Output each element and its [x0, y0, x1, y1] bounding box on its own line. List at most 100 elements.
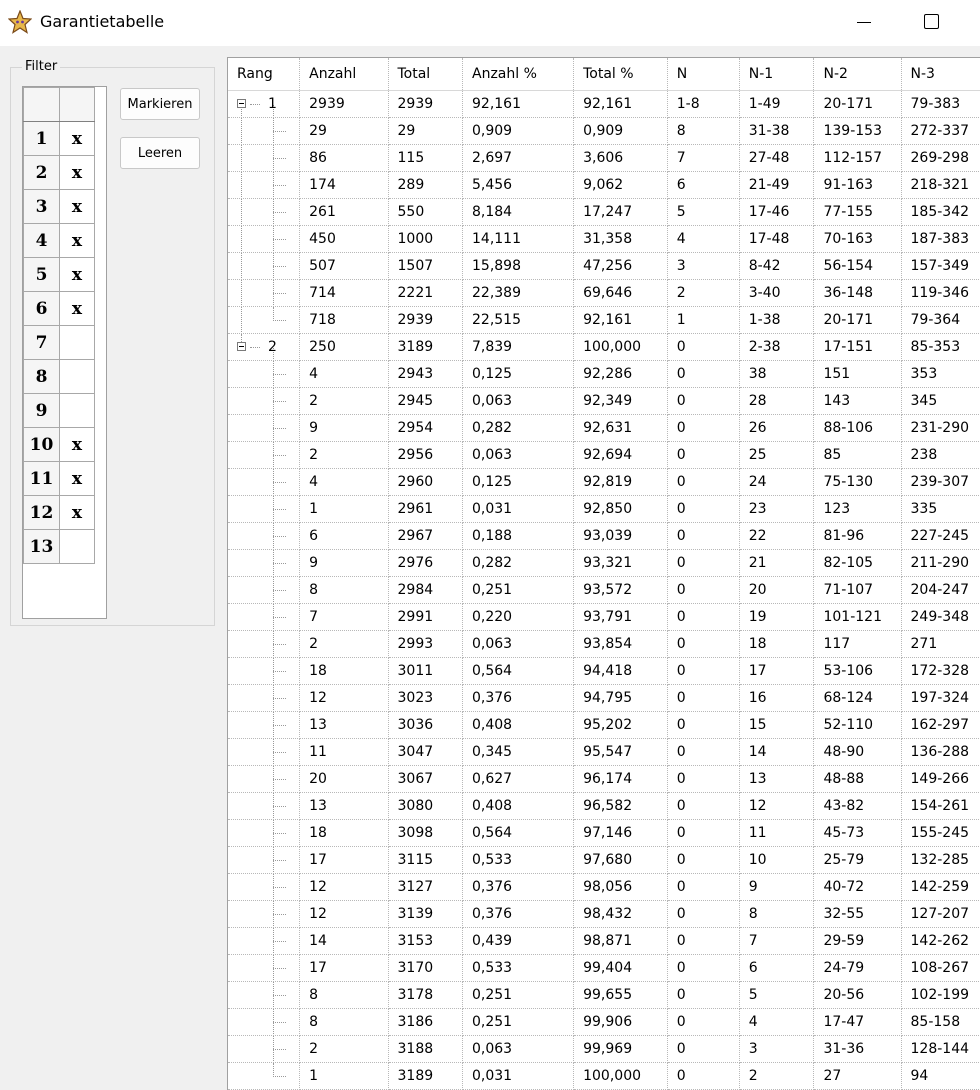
table-row[interactable]: 4 2960 0,125 92,819 0 24 75-130 239-307 [228, 468, 980, 496]
guarantee-table[interactable]: Rang Anzahl Total Anzahl % Total % N N-1 N-2 N-3… [227, 57, 980, 1090]
maximize-button[interactable] [924, 14, 939, 29]
table-cell: 1 [667, 306, 740, 334]
rang-cell [228, 171, 301, 199]
rang-cell [228, 576, 301, 604]
table-cell: 0 [667, 603, 740, 631]
filter-row-mark[interactable] [59, 325, 95, 360]
table-cell: 132-285 [901, 846, 980, 874]
table-row[interactable]: 18 3098 0,564 97,146 0 11 45-73 155-245 [228, 819, 980, 847]
table-row[interactable]: 1 3189 0,031 100,000 0 2 27 94 [228, 1062, 980, 1090]
table-cell: 142-259 [901, 873, 980, 901]
table-row[interactable]: 8 2984 0,251 93,572 0 20 71-107 204-247 [228, 576, 980, 604]
filter-row-mark[interactable]: x [59, 461, 95, 496]
table-cell: 112-157 [813, 144, 902, 172]
column-header[interactable]: N-3 [901, 58, 980, 91]
title-bar: Garantietabelle [0, 0, 980, 46]
table-row[interactable]: 20 3067 0,627 96,174 0 13 48-88 149-266 [228, 765, 980, 793]
table-row[interactable]: 14 3153 0,439 98,871 0 7 29-59 142-262 [228, 927, 980, 955]
table-row[interactable]: 507 1507 15,898 47,256 3 8-42 56-154 157-349 [228, 252, 980, 280]
column-header[interactable]: Anzahl [299, 58, 389, 91]
table-cell: 18 [299, 819, 389, 847]
filter-row-mark[interactable]: x [59, 121, 95, 156]
column-header[interactable]: Total % [573, 58, 668, 91]
column-header[interactable]: Total [388, 58, 463, 91]
table-row[interactable]: 2 2945 0,063 92,349 0 28 143 345 [228, 387, 980, 415]
table-row[interactable]: 2 3188 0,063 99,969 0 3 31-36 128-144 [228, 1035, 980, 1063]
table-cell: 9 [299, 549, 389, 577]
table-row[interactable]: 9 2954 0,282 92,631 0 26 88-106 231-290 [228, 414, 980, 442]
table-row[interactable]: 17 3115 0,533 97,680 0 10 25-79 132-285 [228, 846, 980, 874]
table-row[interactable]: 450 1000 14,111 31,358 4 17-48 70-163 187-383 [228, 225, 980, 253]
filter-row-mark[interactable] [59, 529, 95, 564]
rang-cell [228, 252, 301, 280]
filter-row-mark[interactable] [59, 359, 95, 394]
filter-row[interactable]: 1x [23, 121, 95, 156]
table-row[interactable]: 13 3080 0,408 96,582 0 12 43-82 154-261 [228, 792, 980, 820]
table-cell: 271 [901, 630, 980, 658]
collapse-icon[interactable] [237, 98, 246, 108]
table-row[interactable]: 12 3023 0,376 94,795 0 16 68-124 197-324 [228, 684, 980, 712]
table-row[interactable]: 174 289 5,456 9,062 6 21-49 91-163 218-321 [228, 171, 980, 199]
table-row[interactable]: 17 3170 0,533 99,404 0 6 24-79 108-267 [228, 954, 980, 982]
table-row[interactable]: 11 3047 0,345 95,547 0 14 48-90 136-288 [228, 738, 980, 766]
filter-row-mark[interactable]: x [59, 223, 95, 258]
filter-row[interactable]: 10 x [23, 427, 95, 462]
table-row[interactable]: 7 2991 0,220 93,791 0 19 101-121 249-348 [228, 603, 980, 631]
table-row[interactable]: 29 29 0,909 0,909 8 31-38 139-153 272-337 [228, 117, 980, 145]
group-row[interactable]: 2 250 3189 7,839 100,000 0 2-38 17-151 85-353 [228, 333, 980, 361]
tree-line [241, 144, 242, 170]
table-cell: 29-59 [813, 927, 902, 955]
table-row[interactable]: 4 2943 0,125 92,286 0 38 151 353 [228, 360, 980, 388]
table-row[interactable]: 18 3011 0,564 94,418 0 17 53-106 172-328 [228, 657, 980, 685]
table-row[interactable]: 8 3186 0,251 99,906 0 4 17-47 85-158 [228, 1008, 980, 1036]
filter-row-mark[interactable]: x [59, 155, 95, 190]
table-cell: 20-171 [813, 306, 902, 334]
column-header[interactable]: N-2 [813, 58, 902, 91]
table-row[interactable]: 6 2967 0,188 93,039 0 22 81-96 227-245 [228, 522, 980, 550]
filter-row[interactable]: 2x [23, 155, 95, 190]
filter-row[interactable]: 5x [23, 257, 95, 292]
filter-row-mark[interactable]: x [59, 257, 95, 292]
collapse-icon[interactable] [237, 341, 246, 351]
filter-row[interactable]: 3x [23, 189, 95, 224]
table-row[interactable]: 8 3178 0,251 99,655 0 5 20-56 102-199 [228, 981, 980, 1009]
table-row[interactable]: 12 3139 0,376 98,432 0 8 32-55 127-207 [228, 900, 980, 928]
filter-row-number: 1 [23, 121, 60, 156]
table-cell: 2939 [388, 306, 463, 334]
filter-row-mark[interactable]: x [59, 291, 95, 326]
table-row[interactable]: 2 2956 0,063 92,694 0 25 85 238 [228, 441, 980, 469]
filter-row-mark[interactable]: x [59, 427, 95, 462]
table-row[interactable]: 2 2993 0,063 93,854 0 18 117 271 [228, 630, 980, 658]
table-row[interactable]: 714 2221 22,389 69,646 2 3-40 36-148 119-346 [228, 279, 980, 307]
filter-row[interactable]: 7 [23, 325, 95, 360]
table-row[interactable]: 13 3036 0,408 95,202 0 15 52-110 162-297 [228, 711, 980, 739]
table-cell: 187-383 [901, 225, 980, 253]
column-header[interactable]: Anzahl % [462, 58, 575, 91]
filter-row[interactable]: 13 [23, 529, 95, 564]
table-row[interactable]: 12 3127 0,376 98,056 0 9 40-72 142-259 [228, 873, 980, 901]
column-header[interactable]: Rang [228, 58, 301, 91]
filter-row[interactable]: 12 x [23, 495, 95, 530]
filter-row[interactable]: 11 x [23, 461, 95, 496]
table-row[interactable]: 9 2976 0,282 93,321 0 21 82-105 211-290 [228, 549, 980, 577]
mark-button[interactable]: Markieren [120, 88, 200, 120]
filter-row-mark[interactable] [59, 393, 95, 428]
clear-button[interactable]: Leeren [120, 137, 200, 169]
table-row[interactable]: 718 2939 22,515 92,161 1 1-38 20-171 79-364 [228, 306, 980, 334]
minimize-button[interactable] [855, 10, 875, 34]
column-header[interactable]: N [667, 58, 740, 91]
filter-row-mark[interactable]: x [59, 189, 95, 224]
filter-row[interactable]: 8 [23, 359, 95, 394]
filter-header-cell [23, 87, 60, 122]
column-header[interactable]: N-1 [739, 58, 815, 91]
filter-row-mark[interactable]: x [59, 495, 95, 530]
rang-cell [228, 819, 301, 847]
filter-row[interactable]: 4x [23, 223, 95, 258]
table-row[interactable]: 86 115 2,697 3,606 7 27-48 112-157 269-298 [228, 144, 980, 172]
table-row[interactable]: 261 550 8,184 17,247 5 17-46 77-155 185-342 [228, 198, 980, 226]
filter-grid[interactable]: 1 x 2 x 3 x 4 x 5 x 6 x 7 8 9 10 x 11 x 12 x 13 [22, 86, 107, 619]
filter-row[interactable]: 9 [23, 393, 95, 428]
group-row[interactable]: 1 2939 2939 92,161 92,161 1-8 1-49 20-171 79-383 [228, 90, 980, 118]
table-row[interactable]: 1 2961 0,031 92,850 0 23 123 335 [228, 495, 980, 523]
filter-row[interactable]: 6x [23, 291, 95, 326]
